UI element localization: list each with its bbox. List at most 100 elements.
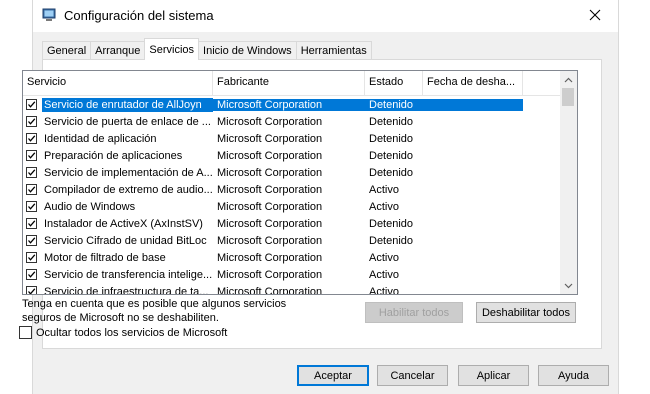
table-row[interactable]: Servicio de transferencia intelige... Mic… bbox=[23, 266, 563, 283]
status-cell: Detenido bbox=[369, 234, 414, 247]
service-name: Preparación de aplicaciones bbox=[44, 149, 183, 162]
maker-cell: Microsoft Corporation bbox=[217, 268, 323, 281]
service-name: Identidad de aplicación bbox=[44, 132, 157, 145]
service-checkbox[interactable] bbox=[26, 286, 37, 294]
table-row[interactable]: Audio de Windows Microsoft Corporation Act… bbox=[23, 198, 563, 215]
status-cell: Activo bbox=[369, 251, 399, 264]
table-row[interactable]: Servicio de enrutador de AllJoyn Microsof… bbox=[23, 96, 563, 113]
service-name: Servicio Cifrado de unidad BitLoc bbox=[44, 234, 207, 247]
maker-cell: Microsoft Corporation bbox=[217, 166, 323, 179]
service-cell: Servicio Cifrado de unidad BitLoc bbox=[23, 234, 213, 248]
enable-all-button[interactable]: Habilitar todos bbox=[365, 302, 463, 323]
services-list[interactable]: Servicio Fabricante Estado Fecha de desh… bbox=[22, 70, 578, 295]
table-row[interactable]: Instalador de ActiveX (AxInstSV) Microsof… bbox=[23, 215, 563, 232]
scroll-up-icon[interactable] bbox=[560, 71, 577, 88]
service-name: Motor de filtrado de base bbox=[44, 251, 166, 264]
service-checkbox[interactable] bbox=[26, 150, 37, 161]
service-checkbox[interactable] bbox=[26, 218, 37, 229]
disabled-date-cell bbox=[423, 286, 523, 295]
tab-tools[interactable]: Herramientas bbox=[295, 41, 372, 60]
scroll-thumb[interactable] bbox=[562, 88, 574, 106]
column-disabled-date[interactable]: Fecha de desha... bbox=[423, 71, 523, 95]
table-row[interactable]: Servicio de infraestructura de ta... Micr… bbox=[23, 283, 563, 295]
ok-button[interactable]: Aceptar bbox=[297, 365, 369, 386]
tab-general[interactable]: General bbox=[42, 41, 92, 60]
service-checkbox[interactable] bbox=[26, 116, 37, 127]
service-name: Compilador de extremo de audio... bbox=[44, 183, 213, 196]
disabled-date-cell bbox=[423, 98, 523, 111]
tab-services[interactable]: Servicios bbox=[144, 38, 200, 60]
column-service[interactable]: Servicio bbox=[23, 71, 213, 95]
status-cell: Activo bbox=[369, 268, 399, 281]
maker-cell: Microsoft Corporation bbox=[217, 149, 323, 162]
service-name: Servicio de implementación de A... bbox=[44, 166, 213, 179]
disabled-date-cell bbox=[423, 235, 523, 247]
service-cell: Servicio de implementación de A... bbox=[23, 166, 213, 180]
status-cell: Detenido bbox=[369, 132, 414, 145]
help-button[interactable]: Ayuda bbox=[538, 365, 609, 386]
vertical-scrollbar[interactable] bbox=[560, 71, 577, 294]
service-cell: Servicio de enrutador de AllJoyn bbox=[23, 97, 213, 112]
warning-note: Tenga en cuenta que es posible que algun… bbox=[22, 298, 287, 324]
tab-strip: General Arranque Servicios Inicio de Win… bbox=[42, 38, 372, 60]
status-cell: Activo bbox=[369, 200, 399, 213]
maker-cell: Microsoft Corporation bbox=[217, 115, 323, 128]
service-checkbox[interactable] bbox=[26, 133, 37, 144]
table-row[interactable]: Servicio Cifrado de unidad BitLoc Microso… bbox=[23, 232, 563, 249]
service-cell: Servicio de infraestructura de ta... bbox=[23, 285, 213, 294]
service-cell: Motor de filtrado de base bbox=[23, 251, 213, 265]
service-checkbox[interactable] bbox=[26, 201, 37, 212]
disable-all-button[interactable]: Deshabilitar todos bbox=[476, 302, 576, 323]
column-status[interactable]: Estado bbox=[365, 71, 423, 95]
table-row[interactable]: Compilador de extremo de audio... Microso… bbox=[23, 181, 563, 198]
list-header: Servicio Fabricante Estado Fecha de desh… bbox=[23, 71, 563, 96]
service-name: Audio de Windows bbox=[44, 200, 136, 213]
disabled-date-cell bbox=[423, 184, 523, 196]
column-maker[interactable]: Fabricante bbox=[213, 71, 365, 95]
status-cell: Detenido bbox=[369, 149, 414, 162]
service-name: Servicio de enrutador de AllJoyn bbox=[42, 97, 213, 112]
table-row[interactable]: Motor de filtrado de base Microsoft Corpo… bbox=[23, 249, 563, 266]
service-checkbox[interactable] bbox=[26, 184, 37, 195]
disabled-date-cell bbox=[423, 150, 523, 162]
service-checkbox[interactable] bbox=[26, 167, 37, 178]
status-cell: Detenido bbox=[369, 115, 414, 128]
service-cell: Servicio de transferencia intelige... bbox=[23, 268, 213, 282]
maker-cell: Microsoft Corporation bbox=[217, 285, 323, 295]
cancel-button[interactable]: Cancelar bbox=[377, 365, 448, 386]
maker-cell: Microsoft Corporation bbox=[217, 234, 323, 247]
msconfig-icon bbox=[42, 8, 56, 22]
service-checkbox[interactable] bbox=[26, 235, 37, 246]
hide-ms-services-checkbox[interactable]: Ocultar todos los servicios de Microsoft bbox=[19, 326, 227, 339]
maker-cell: Microsoft Corporation bbox=[213, 98, 365, 111]
maker-cell: Microsoft Corporation bbox=[217, 217, 323, 230]
table-row[interactable]: Preparación de aplicaciones Microsoft Cor… bbox=[23, 147, 563, 164]
service-checkbox[interactable] bbox=[26, 252, 37, 263]
close-button[interactable] bbox=[572, 0, 618, 32]
status-cell: Detenido bbox=[365, 98, 423, 111]
maker-cell: Microsoft Corporation bbox=[217, 200, 323, 213]
disabled-date-cell bbox=[423, 269, 523, 281]
scroll-down-icon[interactable] bbox=[560, 277, 577, 294]
table-row[interactable]: Identidad de aplicación Microsoft Corpora… bbox=[23, 130, 563, 147]
disabled-date-cell bbox=[423, 218, 523, 230]
service-checkbox[interactable] bbox=[26, 99, 37, 110]
service-cell: Servicio de puerta de enlace de ... bbox=[23, 115, 213, 129]
service-cell: Instalador de ActiveX (AxInstSV) bbox=[23, 217, 213, 231]
disabled-date-cell bbox=[423, 116, 523, 128]
title-bar: Configuración del sistema bbox=[33, 0, 618, 32]
hide-ms-checkbox-box[interactable] bbox=[19, 326, 32, 339]
service-checkbox[interactable] bbox=[26, 269, 37, 280]
apply-button[interactable]: Aplicar bbox=[458, 365, 529, 386]
disabled-date-cell bbox=[423, 167, 523, 179]
service-cell: Identidad de aplicación bbox=[23, 132, 213, 146]
service-cell: Compilador de extremo de audio... bbox=[23, 183, 213, 197]
table-row[interactable]: Servicio de implementación de A... Micros… bbox=[23, 164, 563, 181]
table-row[interactable]: Servicio de puerta de enlace de ... Micro… bbox=[23, 113, 563, 130]
status-cell: Detenido bbox=[369, 217, 414, 230]
status-cell: Activo bbox=[369, 183, 399, 196]
tab-windows-startup[interactable]: Inicio de Windows bbox=[198, 41, 297, 60]
maker-cell: Microsoft Corporation bbox=[217, 183, 323, 196]
disabled-date-cell bbox=[423, 252, 523, 264]
tab-startup[interactable]: Arranque bbox=[90, 41, 146, 60]
